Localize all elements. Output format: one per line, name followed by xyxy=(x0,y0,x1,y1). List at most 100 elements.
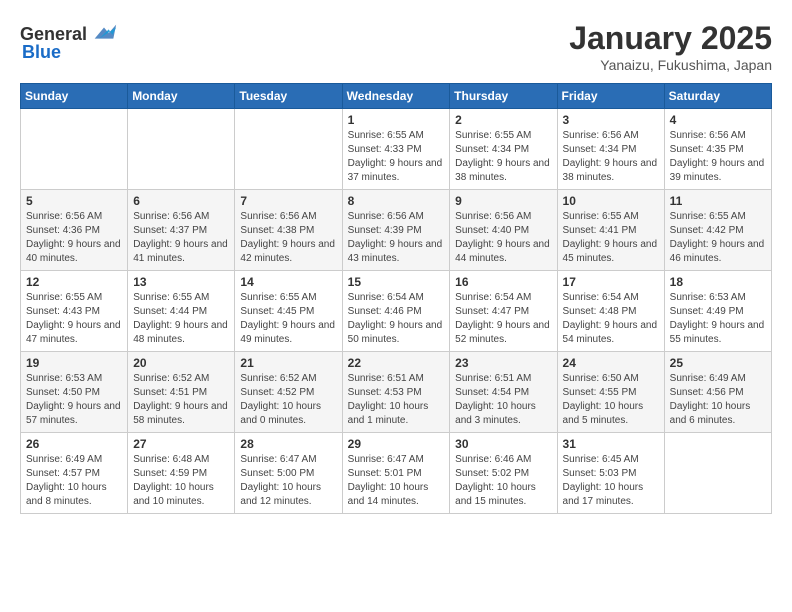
calendar-cell: 6 Sunrise: 6:56 AM Sunset: 4:37 PM Daylig… xyxy=(128,190,235,271)
calendar-cell: 27 Sunrise: 6:48 AM Sunset: 4:59 PM Dayli… xyxy=(128,433,235,514)
day-info: Sunrise: 6:51 AM Sunset: 4:54 PM Dayligh… xyxy=(455,372,551,428)
calendar-cell: 14 Sunrise: 6:55 AM Sunset: 4:45 PM Dayli… xyxy=(235,271,342,352)
day-number: 19 xyxy=(26,356,122,370)
day-number: 10 xyxy=(563,194,659,208)
day-info: Sunrise: 6:50 AM Sunset: 4:55 PM Dayligh… xyxy=(563,372,659,428)
calendar-cell: 21 Sunrise: 6:52 AM Sunset: 4:52 PM Dayli… xyxy=(235,352,342,433)
day-number: 25 xyxy=(670,356,766,370)
day-info: Sunrise: 6:56 AM Sunset: 4:40 PM Dayligh… xyxy=(455,210,551,266)
calendar-cell: 31 Sunrise: 6:45 AM Sunset: 5:03 PM Dayli… xyxy=(557,433,664,514)
calendar-cell: 24 Sunrise: 6:50 AM Sunset: 4:55 PM Dayli… xyxy=(557,352,664,433)
day-info: Sunrise: 6:55 AM Sunset: 4:45 PM Dayligh… xyxy=(240,291,336,347)
day-number: 24 xyxy=(563,356,659,370)
calendar-cell: 4Sunrise: 6:56 AM Sunset: 4:35 PM Daylig… xyxy=(664,109,771,190)
calendar-cell: 7 Sunrise: 6:56 AM Sunset: 4:38 PM Daylig… xyxy=(235,190,342,271)
logo-blue-text: Blue xyxy=(22,42,61,63)
calendar-subtitle: Yanaizu, Fukushima, Japan xyxy=(569,57,772,73)
calendar-cell: 23 Sunrise: 6:51 AM Sunset: 4:54 PM Dayli… xyxy=(450,352,557,433)
day-number: 30 xyxy=(455,437,551,451)
day-info: Sunrise: 6:54 AM Sunset: 4:48 PM Dayligh… xyxy=(563,291,659,347)
day-number: 21 xyxy=(240,356,336,370)
day-number: 31 xyxy=(563,437,659,451)
calendar-cell: 29 Sunrise: 6:47 AM Sunset: 5:01 PM Dayli… xyxy=(342,433,450,514)
calendar-cell: 18 Sunrise: 6:53 AM Sunset: 4:49 PM Dayli… xyxy=(664,271,771,352)
day-number: 6 xyxy=(133,194,229,208)
day-info: Sunrise: 6:49 AM Sunset: 4:57 PM Dayligh… xyxy=(26,453,122,509)
calendar-cell: 30 Sunrise: 6:46 AM Sunset: 5:02 PM Dayli… xyxy=(450,433,557,514)
logo-bird-icon xyxy=(90,20,118,48)
day-info: Sunrise: 6:53 AM Sunset: 4:49 PM Dayligh… xyxy=(670,291,766,347)
day-info: Sunrise: 6:52 AM Sunset: 4:51 PM Dayligh… xyxy=(133,372,229,428)
day-info: Sunrise: 6:51 AM Sunset: 4:53 PM Dayligh… xyxy=(348,372,445,428)
weekday-header-thursday: Thursday xyxy=(450,84,557,109)
calendar-cell: 10Sunrise: 6:55 AM Sunset: 4:41 PM Dayli… xyxy=(557,190,664,271)
weekday-header-wednesday: Wednesday xyxy=(342,84,450,109)
day-number: 7 xyxy=(240,194,336,208)
weekday-header-monday: Monday xyxy=(128,84,235,109)
calendar-cell: 3 Sunrise: 6:56 AM Sunset: 4:34 PM Daylig… xyxy=(557,109,664,190)
calendar-cell: 2Sunrise: 6:55 AM Sunset: 4:34 PM Daylig… xyxy=(450,109,557,190)
day-info: Sunrise: 6:49 AM Sunset: 4:56 PM Dayligh… xyxy=(670,372,766,428)
day-number: 17 xyxy=(563,275,659,289)
calendar-cell: 19Sunrise: 6:53 AM Sunset: 4:50 PM Dayli… xyxy=(21,352,128,433)
weekday-header-saturday: Saturday xyxy=(664,84,771,109)
day-number: 9 xyxy=(455,194,551,208)
calendar-title: January 2025 xyxy=(569,20,772,57)
day-info: Sunrise: 6:55 AM Sunset: 4:44 PM Dayligh… xyxy=(133,291,229,347)
calendar-cell: 12 Sunrise: 6:55 AM Sunset: 4:43 PM Dayli… xyxy=(21,271,128,352)
day-info: Sunrise: 6:46 AM Sunset: 5:02 PM Dayligh… xyxy=(455,453,551,509)
day-number: 23 xyxy=(455,356,551,370)
day-info: Sunrise: 6:45 AM Sunset: 5:03 PM Dayligh… xyxy=(563,453,659,509)
calendar-cell: 5Sunrise: 6:56 AM Sunset: 4:36 PM Daylig… xyxy=(21,190,128,271)
week-row-4: 19Sunrise: 6:53 AM Sunset: 4:50 PM Dayli… xyxy=(21,352,772,433)
calendar-cell: 1Sunrise: 6:55 AM Sunset: 4:33 PM Daylig… xyxy=(342,109,450,190)
day-number: 15 xyxy=(348,275,445,289)
day-info: Sunrise: 6:52 AM Sunset: 4:52 PM Dayligh… xyxy=(240,372,336,428)
day-number: 29 xyxy=(348,437,445,451)
calendar-table: SundayMondayTuesdayWednesdayThursdayFrid… xyxy=(20,83,772,514)
calendar-cell: 17 Sunrise: 6:54 AM Sunset: 4:48 PM Dayli… xyxy=(557,271,664,352)
calendar-cell xyxy=(235,109,342,190)
day-number: 20 xyxy=(133,356,229,370)
week-row-1: 1Sunrise: 6:55 AM Sunset: 4:33 PM Daylig… xyxy=(21,109,772,190)
week-row-3: 12 Sunrise: 6:55 AM Sunset: 4:43 PM Dayli… xyxy=(21,271,772,352)
day-info: Sunrise: 6:55 AM Sunset: 4:33 PM Dayligh… xyxy=(348,129,445,185)
day-number: 8 xyxy=(348,194,445,208)
day-number: 27 xyxy=(133,437,229,451)
calendar-cell: 15Sunrise: 6:54 AM Sunset: 4:46 PM Dayli… xyxy=(342,271,450,352)
day-info: Sunrise: 6:55 AM Sunset: 4:42 PM Dayligh… xyxy=(670,210,766,266)
day-info: Sunrise: 6:47 AM Sunset: 5:01 PM Dayligh… xyxy=(348,453,445,509)
day-number: 28 xyxy=(240,437,336,451)
calendar-cell: 28 Sunrise: 6:47 AM Sunset: 5:00 PM Dayli… xyxy=(235,433,342,514)
calendar-cell: 25 Sunrise: 6:49 AM Sunset: 4:56 PM Dayli… xyxy=(664,352,771,433)
day-number: 13 xyxy=(133,275,229,289)
day-number: 26 xyxy=(26,437,122,451)
calendar-cell: 11 Sunrise: 6:55 AM Sunset: 4:42 PM Dayli… xyxy=(664,190,771,271)
day-number: 11 xyxy=(670,194,766,208)
day-number: 4 xyxy=(670,113,766,127)
day-info: Sunrise: 6:56 AM Sunset: 4:37 PM Dayligh… xyxy=(133,210,229,266)
day-number: 18 xyxy=(670,275,766,289)
day-info: Sunrise: 6:55 AM Sunset: 4:34 PM Dayligh… xyxy=(455,129,551,185)
calendar-cell: 13 Sunrise: 6:55 AM Sunset: 4:44 PM Dayli… xyxy=(128,271,235,352)
day-number: 3 xyxy=(563,113,659,127)
calendar-cell xyxy=(664,433,771,514)
day-info: Sunrise: 6:56 AM Sunset: 4:36 PM Dayligh… xyxy=(26,210,122,266)
week-row-2: 5Sunrise: 6:56 AM Sunset: 4:36 PM Daylig… xyxy=(21,190,772,271)
calendar-cell: 26 Sunrise: 6:49 AM Sunset: 4:57 PM Dayli… xyxy=(21,433,128,514)
weekday-header-sunday: Sunday xyxy=(21,84,128,109)
calendar-cell: 9 Sunrise: 6:56 AM Sunset: 4:40 PM Daylig… xyxy=(450,190,557,271)
day-info: Sunrise: 6:48 AM Sunset: 4:59 PM Dayligh… xyxy=(133,453,229,509)
day-info: Sunrise: 6:47 AM Sunset: 5:00 PM Dayligh… xyxy=(240,453,336,509)
calendar-cell: 22 Sunrise: 6:51 AM Sunset: 4:53 PM Dayli… xyxy=(342,352,450,433)
week-row-5: 26 Sunrise: 6:49 AM Sunset: 4:57 PM Dayli… xyxy=(21,433,772,514)
day-info: Sunrise: 6:56 AM Sunset: 4:38 PM Dayligh… xyxy=(240,210,336,266)
day-number: 22 xyxy=(348,356,445,370)
weekday-header-row: SundayMondayTuesdayWednesdayThursdayFrid… xyxy=(21,84,772,109)
day-info: Sunrise: 6:55 AM Sunset: 4:43 PM Dayligh… xyxy=(26,291,122,347)
day-number: 12 xyxy=(26,275,122,289)
day-info: Sunrise: 6:56 AM Sunset: 4:34 PM Dayligh… xyxy=(563,129,659,185)
calendar-cell: 8Sunrise: 6:56 AM Sunset: 4:39 PM Daylig… xyxy=(342,190,450,271)
calendar-cell xyxy=(128,109,235,190)
day-number: 14 xyxy=(240,275,336,289)
